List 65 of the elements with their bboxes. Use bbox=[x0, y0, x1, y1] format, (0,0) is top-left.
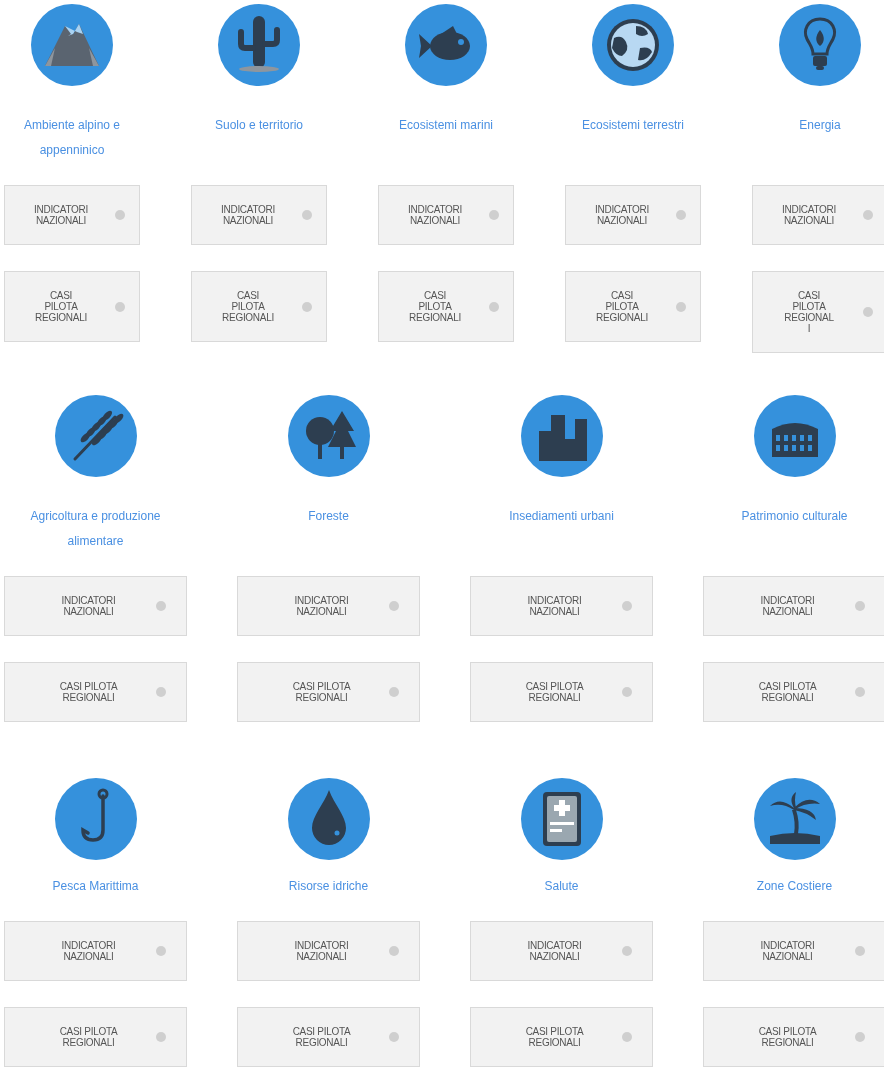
category-button[interactable]: INDICATORI NAZIONALI bbox=[4, 185, 140, 245]
dot-icon bbox=[156, 687, 166, 697]
fishhook-icon bbox=[54, 778, 137, 860]
dot-icon bbox=[855, 601, 865, 611]
dot-icon bbox=[389, 946, 399, 956]
dot-icon bbox=[863, 307, 873, 317]
category-button[interactable]: INDICATORI NAZIONALI bbox=[237, 921, 420, 981]
category-button[interactable]: CASI PILOTA REGIONALI bbox=[191, 271, 327, 342]
globe-icon bbox=[592, 4, 674, 86]
dot-icon bbox=[676, 301, 686, 312]
lightbulb-icon bbox=[779, 4, 861, 86]
dot-icon bbox=[115, 210, 125, 220]
category-button[interactable]: INDICATORI NAZIONALI bbox=[378, 185, 514, 245]
palm-tree-icon bbox=[753, 778, 836, 860]
water-drop-icon bbox=[287, 778, 370, 860]
category-button[interactable]: INDICATORI NAZIONALI bbox=[703, 576, 884, 636]
category-button[interactable]: CASI PILOTA REGIONALI bbox=[4, 271, 140, 342]
dot-icon bbox=[389, 1032, 399, 1042]
category-button[interactable]: INDICATORI NAZIONALI bbox=[470, 576, 653, 636]
category-button[interactable]: INDICATORI NAZIONALI bbox=[752, 185, 884, 245]
dot-icon bbox=[156, 946, 166, 956]
dot-icon bbox=[855, 946, 865, 956]
category-button[interactable]: CASI PILOTA REGIONALI bbox=[470, 1007, 653, 1067]
category-button[interactable]: INDICATORI NAZIONALI bbox=[4, 921, 187, 981]
fish-icon bbox=[405, 4, 487, 86]
dot-icon bbox=[622, 601, 632, 611]
category-button[interactable]: CASI PILOTA REGIONALI bbox=[703, 662, 884, 722]
category-button[interactable]: CASI PILOTA REGIONALI bbox=[237, 662, 420, 722]
category-button[interactable]: CASI PILOTA REGIONAL I bbox=[752, 271, 884, 353]
colosseum-icon bbox=[753, 395, 836, 477]
dot-icon bbox=[855, 1032, 865, 1042]
category-button[interactable]: CASI PILOTA REGIONALI bbox=[470, 662, 653, 722]
dot-icon bbox=[489, 210, 499, 220]
dot-icon bbox=[855, 687, 865, 697]
category-button[interactable]: CASI PILOTA REGIONALI bbox=[703, 1007, 884, 1067]
category-button[interactable]: INDICATORI NAZIONALI bbox=[4, 576, 187, 636]
dot-icon bbox=[863, 210, 873, 220]
dot-icon bbox=[622, 687, 632, 697]
category-button[interactable]: CASI PILOTA REGIONALI bbox=[237, 1007, 420, 1067]
category-button[interactable]: CASI PILOTA REGIONALI bbox=[378, 271, 514, 342]
category-button[interactable]: INDICATORI NAZIONALI bbox=[237, 576, 420, 636]
dot-icon bbox=[389, 687, 399, 697]
dot-icon bbox=[676, 210, 686, 220]
category-button[interactable]: INDICATORI NAZIONALI bbox=[470, 921, 653, 981]
dot-icon bbox=[489, 301, 499, 312]
medical-card-icon bbox=[520, 778, 603, 860]
dot-icon bbox=[622, 1032, 632, 1042]
dot-icon bbox=[156, 601, 166, 611]
category-button[interactable]: CASI PILOTA REGIONALI bbox=[565, 271, 701, 342]
category-button[interactable]: INDICATORI NAZIONALI bbox=[703, 921, 884, 981]
category-button[interactable]: CASI PILOTA REGIONALI bbox=[4, 662, 187, 722]
dot-icon bbox=[302, 210, 312, 220]
dot-icon bbox=[622, 946, 632, 956]
mountain-icon bbox=[31, 4, 113, 86]
category-button[interactable]: CASI PILOTA REGIONALI bbox=[4, 1007, 187, 1067]
dot-icon bbox=[156, 1032, 166, 1042]
category-button[interactable]: INDICATORI NAZIONALI bbox=[565, 185, 701, 245]
buildings-icon bbox=[520, 395, 603, 477]
dot-icon bbox=[302, 301, 312, 312]
wheat-icon bbox=[54, 395, 137, 477]
dot-icon bbox=[389, 601, 399, 611]
category-button[interactable]: INDICATORI NAZIONALI bbox=[191, 185, 327, 245]
trees-icon bbox=[287, 395, 370, 477]
dot-icon bbox=[115, 301, 125, 312]
cactus-icon bbox=[218, 4, 300, 86]
